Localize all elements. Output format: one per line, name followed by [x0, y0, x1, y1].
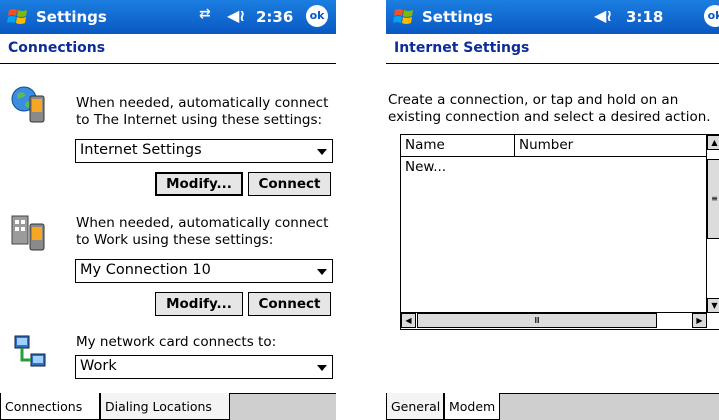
- page-title: Internet Settings: [386, 34, 719, 64]
- list-header: Name Number: [401, 135, 707, 157]
- scrollbar-thumb[interactable]: ≡: [707, 159, 719, 239]
- chevron-down-icon: [317, 149, 327, 155]
- connections-list[interactable]: Name Number New... ▲ ≡ ▼ ◀ Ⅲ ▶: [400, 134, 719, 330]
- network-card-icon: [14, 335, 46, 367]
- scrollbar-thumb[interactable]: Ⅲ: [417, 313, 657, 328]
- chevron-down-icon: [317, 365, 327, 371]
- column-header-name[interactable]: Name: [401, 135, 515, 156]
- chevron-down-icon: [317, 269, 327, 275]
- connect-internet-button[interactable]: Connect: [248, 172, 331, 196]
- app-title: Settings: [36, 8, 107, 26]
- work-connection-icon: [11, 215, 45, 251]
- windows-start-icon[interactable]: [392, 5, 416, 29]
- page-title: Connections: [0, 34, 336, 64]
- title-bar: Settings ⇄ ◀≀ 2:36 ok: [0, 0, 336, 34]
- connectivity-icon[interactable]: ⇄: [199, 6, 211, 22]
- work-description: When needed, automatically connect to Wo…: [76, 215, 329, 248]
- network-card-dropdown[interactable]: Work: [75, 355, 333, 379]
- ok-button[interactable]: ok: [306, 5, 328, 27]
- horizontal-scrollbar[interactable]: ◀ Ⅲ ▶: [401, 312, 707, 329]
- speaker-icon[interactable]: ◀≀: [227, 6, 245, 25]
- connect-work-button[interactable]: Connect: [248, 292, 331, 316]
- clock-time[interactable]: 2:36: [256, 8, 293, 26]
- modify-work-button[interactable]: Modify...: [155, 292, 243, 316]
- tab-general[interactable]: General: [386, 393, 444, 420]
- connections-screen: Settings ⇄ ◀≀ 2:36 ok Connections When n…: [0, 0, 336, 420]
- scroll-down-icon[interactable]: ▼: [707, 298, 719, 313]
- internet-description: When needed, automatically connect to Th…: [76, 95, 329, 128]
- scroll-left-icon[interactable]: ◀: [401, 313, 416, 328]
- scroll-up-icon[interactable]: ▲: [707, 135, 719, 150]
- tab-strip: Connections Dialing Locations: [0, 393, 336, 420]
- tab-modem[interactable]: Modem: [444, 393, 500, 420]
- work-dropdown-value: My Connection 10: [80, 262, 211, 278]
- tab-dialing-locations[interactable]: Dialing Locations: [100, 393, 230, 420]
- speaker-icon[interactable]: ◀≀: [594, 6, 612, 25]
- clock-time[interactable]: 3:18: [626, 8, 663, 26]
- windows-start-icon[interactable]: [6, 5, 30, 29]
- modify-internet-button[interactable]: Modify...: [155, 172, 243, 196]
- network-card-description: My network card connects to:: [76, 334, 277, 350]
- list-item[interactable]: New...: [405, 159, 446, 175]
- ok-button[interactable]: ok: [704, 5, 719, 27]
- work-settings-dropdown[interactable]: My Connection 10: [75, 259, 333, 283]
- tab-connections[interactable]: Connections: [0, 393, 100, 420]
- internet-dropdown-value: Internet Settings: [80, 142, 202, 158]
- scroll-right-icon[interactable]: ▶: [692, 313, 707, 328]
- vertical-scrollbar[interactable]: ▲ ≡ ▼: [706, 135, 719, 313]
- column-header-number[interactable]: Number: [515, 135, 665, 156]
- tab-strip: General Modem: [386, 393, 719, 420]
- internet-connection-icon: [11, 86, 45, 123]
- instructions-text: Create a connection, or tap and hold on …: [388, 92, 711, 125]
- app-title: Settings: [422, 8, 493, 26]
- network-dropdown-value: Work: [80, 358, 117, 374]
- internet-settings-screen: Settings ◀≀ 3:18 ok Internet Settings Cr…: [386, 0, 719, 420]
- internet-settings-dropdown[interactable]: Internet Settings: [75, 139, 333, 163]
- title-bar: Settings ◀≀ 3:18 ok: [386, 0, 719, 34]
